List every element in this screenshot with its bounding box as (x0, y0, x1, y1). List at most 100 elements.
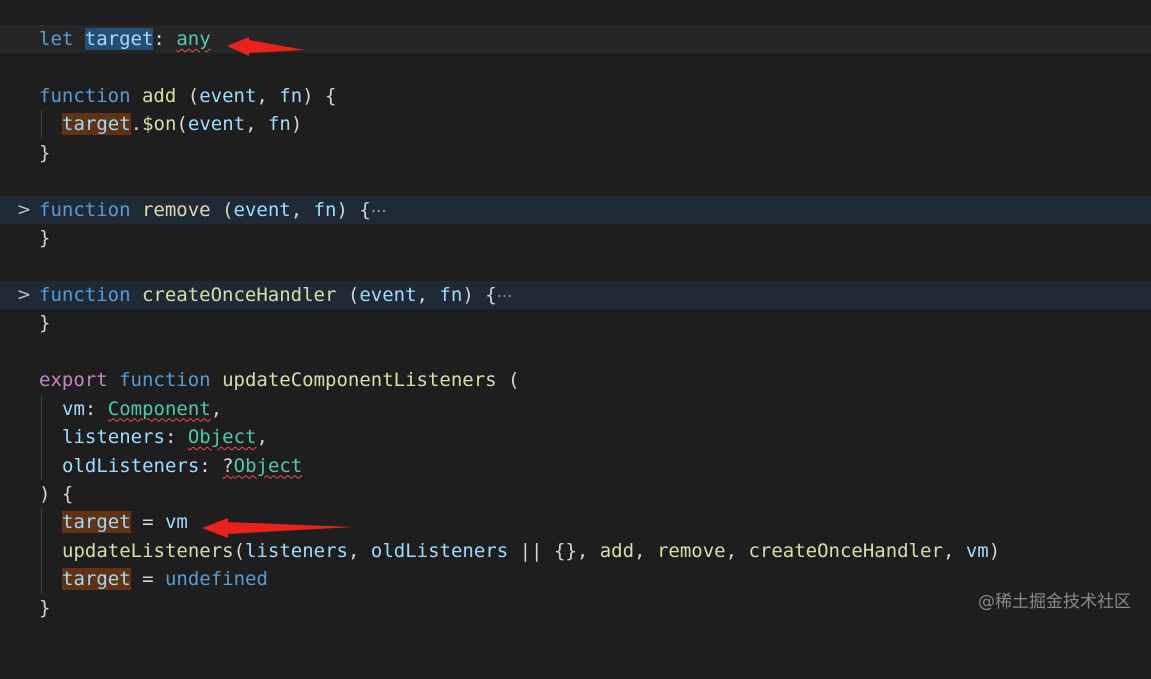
punctuation: . (130, 113, 143, 136)
param-event: event (233, 198, 291, 221)
function-name: updateComponentListeners (222, 369, 497, 392)
line-content: ) { (39, 483, 74, 505)
punctuation: : (153, 28, 177, 50)
keyword-function: function (119, 369, 211, 392)
keyword-function: function (39, 283, 131, 306)
param-fn: fn (313, 198, 337, 221)
punctuation: : (84, 397, 108, 420)
identifier-target[interactable]: target (84, 28, 154, 50)
param-fn: fn (279, 84, 303, 107)
operator-assign: = (130, 568, 165, 591)
indent-guide (41, 394, 42, 424)
code-line[interactable]: oldListeners: ?Object (0, 451, 1151, 480)
punctuation: , (245, 113, 268, 136)
code-line[interactable]: export function updateComponentListeners… (0, 366, 1151, 394)
param-vm: vm (62, 397, 85, 420)
function-name: add (141, 84, 177, 107)
keyword-export: export (39, 369, 108, 392)
code-line-empty[interactable] (0, 338, 1151, 366)
keyword-undefined: undefined (164, 568, 268, 591)
line-content: oldListeners: ?Object (62, 452, 302, 480)
chevron-right-icon[interactable]: > (14, 196, 34, 224)
punctuation: : (164, 426, 188, 449)
punctuation: ) (290, 113, 303, 136)
punctuation: ) (988, 539, 1001, 562)
punctuation: , (416, 283, 440, 306)
identifier-target: target (62, 568, 131, 591)
arg: add (599, 539, 635, 562)
punctuation: ) { (302, 84, 337, 107)
code-line[interactable]: } (0, 224, 1151, 252)
line-content: let target: any (39, 25, 211, 53)
line-content: listeners: Object, (62, 423, 268, 451)
param-event: event (199, 84, 257, 107)
code-line[interactable]: ) { (0, 480, 1151, 508)
code-line[interactable]: target.$on(event, fn) (0, 110, 1151, 139)
arg-fn: fn (267, 113, 291, 136)
closing-brace: } (39, 141, 51, 164)
code-line[interactable]: listeners: Object, (0, 423, 1151, 452)
closing-brace: } (39, 596, 51, 619)
arg-event: event (187, 113, 246, 136)
keyword-let: let (39, 28, 74, 50)
empty-object: {} (553, 539, 577, 562)
punctuation: ( (176, 84, 200, 107)
type-object: Object (187, 426, 257, 449)
type-component: Component (107, 397, 211, 420)
code-line[interactable]: target = vm (0, 508, 1151, 537)
folded-ellipsis[interactable]: ⋯ (497, 286, 513, 305)
method-on: $on (142, 113, 177, 136)
code-line[interactable]: updateListeners(listeners, oldListeners … (0, 536, 1151, 566)
chevron-right-icon[interactable]: > (14, 281, 34, 309)
line-content: export function updateComponentListeners… (39, 366, 520, 394)
code-line-empty[interactable] (0, 253, 1151, 281)
watermark: @稀土掘金技术社区 (978, 592, 1131, 612)
operator-or: || (508, 539, 554, 562)
operator-assign: = (130, 511, 165, 534)
arrow-annotation-bottom (202, 518, 353, 538)
type-object: Object (233, 454, 303, 477)
indent-guide (41, 565, 42, 594)
code-line[interactable]: function add (event, fn) { (0, 82, 1151, 110)
indent-guide (41, 536, 42, 566)
punctuation: ) { (336, 198, 371, 221)
identifier-target: target (62, 113, 131, 136)
punctuation: ( (210, 198, 234, 221)
code-line[interactable]: } (0, 309, 1151, 337)
keyword-function: function (39, 84, 131, 107)
punctuation: , (725, 539, 749, 562)
code-line[interactable]: vm: Component, (0, 394, 1151, 424)
param-event: event (359, 283, 417, 306)
punctuation: , (256, 426, 268, 449)
identifier-vm: vm (164, 511, 188, 534)
code-line[interactable]: } (0, 139, 1151, 167)
code-editor[interactable]: let target: any function add (event, fn)… (0, 25, 1151, 622)
punctuation: ( (336, 283, 360, 306)
punctuation: , (634, 539, 657, 562)
arg: listeners (245, 539, 348, 562)
indent-guide (41, 110, 42, 139)
identifier-target: target (62, 511, 131, 534)
line-content: target = undefined (62, 565, 268, 593)
punctuation: : (199, 454, 223, 477)
punctuation: , (256, 84, 280, 107)
line-content: target.$on(event, fn) (62, 110, 302, 138)
indent-guide (41, 423, 42, 452)
code-line-folded[interactable]: > function remove (event, fn) {⋯ (0, 195, 1151, 225)
function-name: remove (141, 198, 211, 221)
arg: remove (656, 539, 726, 562)
code-line[interactable]: let target: any (0, 25, 1151, 54)
code-line-empty[interactable] (0, 167, 1151, 195)
call-update-listeners: updateListeners (62, 539, 234, 562)
param-fn: fn (439, 283, 463, 306)
code-line-empty[interactable] (0, 53, 1151, 81)
folded-ellipsis[interactable]: ⋯ (371, 201, 387, 220)
line-content: function remove (event, fn) {⋯ (39, 196, 387, 225)
line-content: vm: Component, (62, 395, 222, 423)
indent-guide (41, 451, 42, 480)
arg: oldListeners (370, 539, 509, 562)
arg: vm (965, 539, 989, 562)
punctuation: ( (176, 113, 188, 136)
code-line-folded[interactable]: > function createOnceHandler (event, fn)… (0, 280, 1151, 310)
function-name: createOnceHandler (141, 283, 337, 306)
